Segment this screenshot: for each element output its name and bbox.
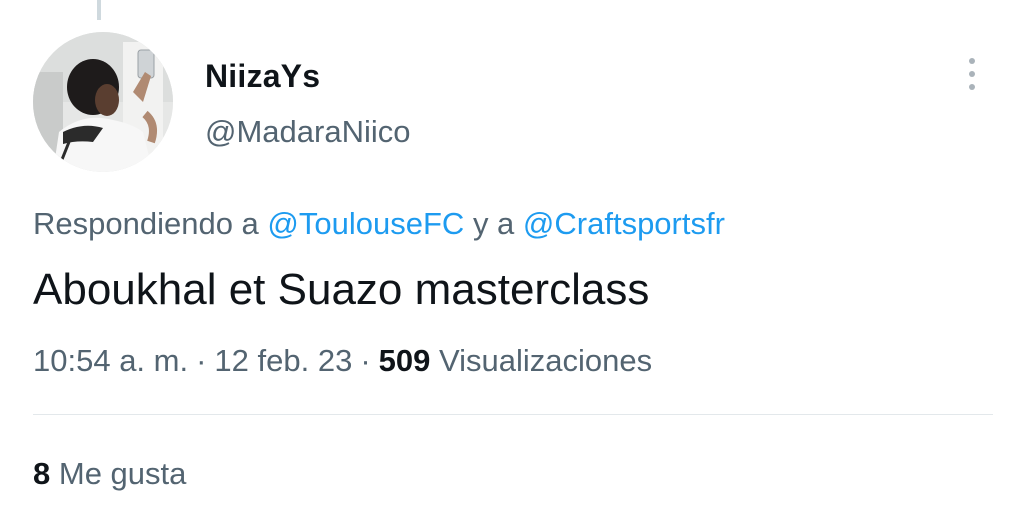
avatar[interactable] (33, 32, 173, 172)
author-display-name[interactable]: NiizaYs (205, 56, 320, 96)
tweet-text: Aboukhal et Suazo masterclass (33, 265, 650, 314)
likes-label: Me gusta (58, 456, 187, 491)
avatar-photo (33, 32, 173, 172)
more-options-button[interactable] (950, 52, 994, 96)
likes-count: 8 (33, 456, 51, 491)
tweet-date[interactable]: 12 feb. 23 (214, 343, 352, 378)
tweet-meta: 10:54 a. m. · 12 feb. 23 · 509 Visualizacion… (33, 341, 652, 381)
mention-link-toulousefc[interactable]: @ToulouseFC (267, 206, 464, 241)
reply-context: Respondiendo a @ToulouseFC y a @Craftspo… (33, 204, 725, 244)
views-count: 509 (378, 343, 431, 378)
meta-separator: · (360, 343, 371, 378)
thread-connector-line (97, 0, 101, 20)
views-label: Visualizaciones (439, 343, 653, 378)
mention-link-craftsportsfr[interactable]: @Craftsportsfr (523, 206, 725, 241)
more-vertical-icon-dot (969, 84, 975, 90)
likes-stat-link[interactable]: 8 Me gusta (33, 454, 186, 494)
tweet-time[interactable]: 10:54 a. m. (33, 343, 188, 378)
divider (33, 414, 993, 415)
reply-prefix: Respondiendo a (33, 206, 259, 241)
more-vertical-icon-dot (969, 71, 975, 77)
meta-separator: · (196, 343, 207, 378)
author-handle[interactable]: @MadaraNiico (205, 112, 410, 152)
more-vertical-icon (969, 58, 975, 64)
reply-conjunction: y a (472, 206, 515, 241)
